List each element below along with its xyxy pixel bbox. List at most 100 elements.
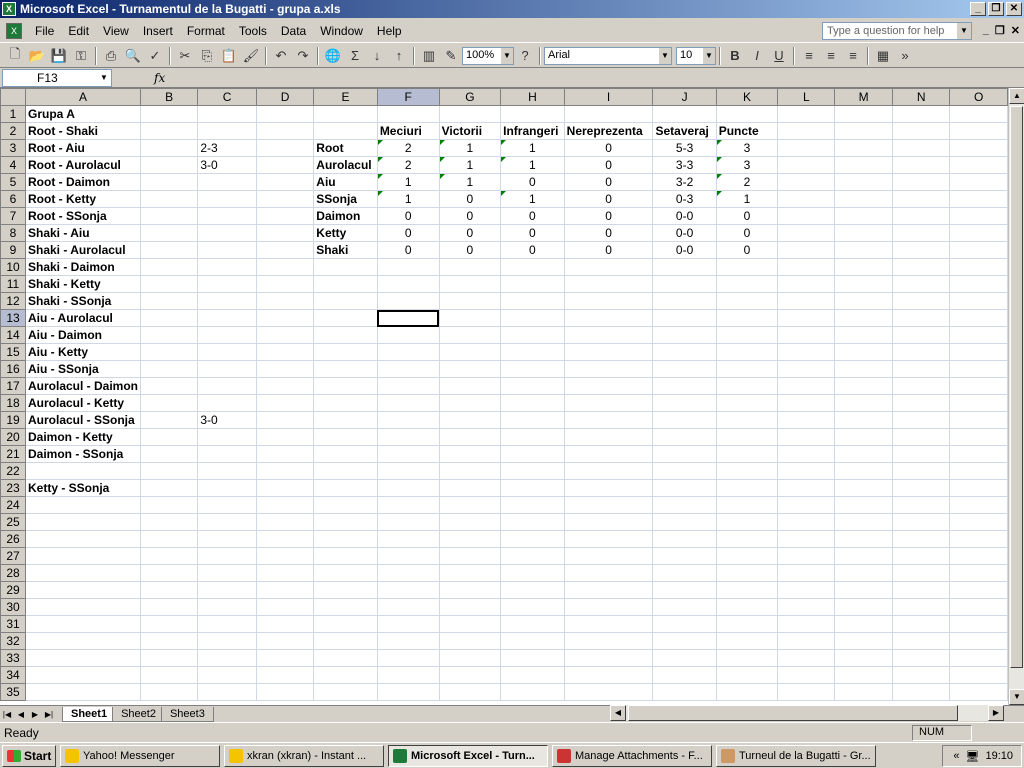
cell-D10[interactable] (255, 258, 315, 276)
cell-D33[interactable] (255, 649, 315, 667)
cell-I16[interactable] (563, 360, 654, 378)
cell-F31[interactable] (376, 615, 440, 633)
cell-N35[interactable] (891, 683, 951, 701)
cell-L27[interactable] (777, 547, 836, 565)
cell-L33[interactable] (777, 649, 836, 667)
cell-N25[interactable] (891, 513, 951, 531)
cell-D23[interactable] (255, 479, 315, 497)
cell-G13[interactable] (438, 309, 502, 327)
cell-H16[interactable] (500, 360, 565, 378)
cell-C5[interactable] (197, 173, 257, 191)
cell-A13[interactable]: Aiu - Aurolacul (24, 309, 142, 327)
minimize-button[interactable]: _ (970, 2, 986, 16)
cell-J28[interactable] (652, 564, 717, 582)
cell-E14[interactable] (313, 326, 378, 344)
cell-G31[interactable] (438, 615, 502, 633)
cell-L12[interactable] (777, 292, 836, 310)
cell-H28[interactable] (500, 564, 565, 582)
new-icon[interactable]: 🗋 (4, 46, 26, 66)
cell-J27[interactable] (652, 547, 717, 565)
cell-I8[interactable]: 0 (563, 224, 654, 242)
cell-G12[interactable] (438, 292, 502, 310)
cell-L28[interactable] (777, 564, 836, 582)
cell-H6[interactable]: 1 (500, 190, 565, 208)
cell-F3[interactable]: 2 (376, 139, 440, 157)
cell-L11[interactable] (777, 275, 836, 293)
doc-close-button[interactable]: ✕ (1011, 24, 1020, 37)
row-header[interactable]: 22 (0, 462, 26, 480)
cell-D7[interactable] (255, 207, 315, 225)
cell-C27[interactable] (197, 547, 257, 565)
cell-B23[interactable] (140, 479, 199, 497)
cell-O20[interactable] (949, 428, 1008, 446)
row-header[interactable]: 10 (0, 258, 26, 276)
chevron-down-icon[interactable]: ▼ (703, 47, 715, 64)
cell-F11[interactable] (376, 275, 440, 293)
cell-J20[interactable] (652, 428, 717, 446)
cell-M20[interactable] (834, 428, 893, 446)
zoom-select[interactable]: 100% ▼ (462, 46, 514, 65)
cell-K23[interactable] (715, 479, 779, 497)
cell-O27[interactable] (949, 547, 1008, 565)
cell-H9[interactable]: 0 (500, 241, 565, 259)
menu-file[interactable]: File (28, 24, 61, 38)
cell-L13[interactable] (777, 309, 836, 327)
cell-F2[interactable]: Meciuri (376, 122, 440, 140)
cell-A2[interactable]: Root - Shaki (24, 122, 142, 140)
cell-E11[interactable] (313, 275, 378, 293)
cell-O8[interactable] (949, 224, 1008, 242)
cell-N34[interactable] (891, 666, 951, 684)
cell-O3[interactable] (949, 139, 1008, 157)
cell-F16[interactable] (376, 360, 440, 378)
cell-C13[interactable] (197, 309, 257, 327)
cell-D3[interactable] (255, 139, 315, 157)
cell-J34[interactable] (652, 666, 717, 684)
cell-K30[interactable] (715, 598, 779, 616)
column-header[interactable]: E (313, 88, 378, 106)
cell-C20[interactable] (197, 428, 257, 446)
borders-icon[interactable]: ▦ (872, 46, 894, 66)
cell-G6[interactable]: 0 (438, 190, 502, 208)
cell-J10[interactable] (652, 258, 717, 276)
cell-B15[interactable] (140, 343, 199, 361)
horizontal-scrollbar[interactable]: ◀ ▶ (610, 705, 1004, 721)
paste-icon[interactable]: 📋 (218, 46, 240, 66)
column-header[interactable]: N (891, 88, 951, 106)
chevron-down-icon[interactable]: ▼ (659, 47, 671, 64)
cell-J15[interactable] (652, 343, 717, 361)
cell-B1[interactable] (140, 105, 199, 123)
cell-E18[interactable] (313, 394, 378, 412)
cell-L14[interactable] (777, 326, 836, 344)
cell-C22[interactable] (197, 462, 257, 480)
cell-L3[interactable] (777, 139, 836, 157)
cell-I7[interactable]: 0 (563, 207, 654, 225)
cell-N16[interactable] (891, 360, 951, 378)
cell-L31[interactable] (777, 615, 836, 633)
cell-O18[interactable] (949, 394, 1008, 412)
cell-M35[interactable] (834, 683, 893, 701)
row-header[interactable]: 20 (0, 428, 26, 446)
menu-window[interactable]: Window (313, 24, 370, 38)
cell-D5[interactable] (255, 173, 315, 191)
cell-O6[interactable] (949, 190, 1008, 208)
cell-B2[interactable] (140, 122, 199, 140)
cell-K14[interactable] (715, 326, 779, 344)
cell-I18[interactable] (563, 394, 654, 412)
cell-G7[interactable]: 0 (438, 207, 502, 225)
cell-J6[interactable]: 0-3 (652, 190, 717, 208)
cell-F30[interactable] (376, 598, 440, 616)
cell-G29[interactable] (438, 581, 502, 599)
undo-icon[interactable]: ↶ (270, 46, 292, 66)
cell-A34[interactable] (24, 666, 142, 684)
cell-G3[interactable]: 1 (438, 139, 502, 157)
cell-O31[interactable] (949, 615, 1008, 633)
cell-M17[interactable] (834, 377, 893, 395)
cell-D17[interactable] (255, 377, 315, 395)
cell-D20[interactable] (255, 428, 315, 446)
cell-N24[interactable] (891, 496, 951, 514)
cell-O7[interactable] (949, 207, 1008, 225)
row-header[interactable]: 26 (0, 530, 26, 548)
cell-A20[interactable]: Daimon - Ketty (24, 428, 142, 446)
cell-G22[interactable] (438, 462, 502, 480)
column-header[interactable]: F (376, 88, 440, 106)
